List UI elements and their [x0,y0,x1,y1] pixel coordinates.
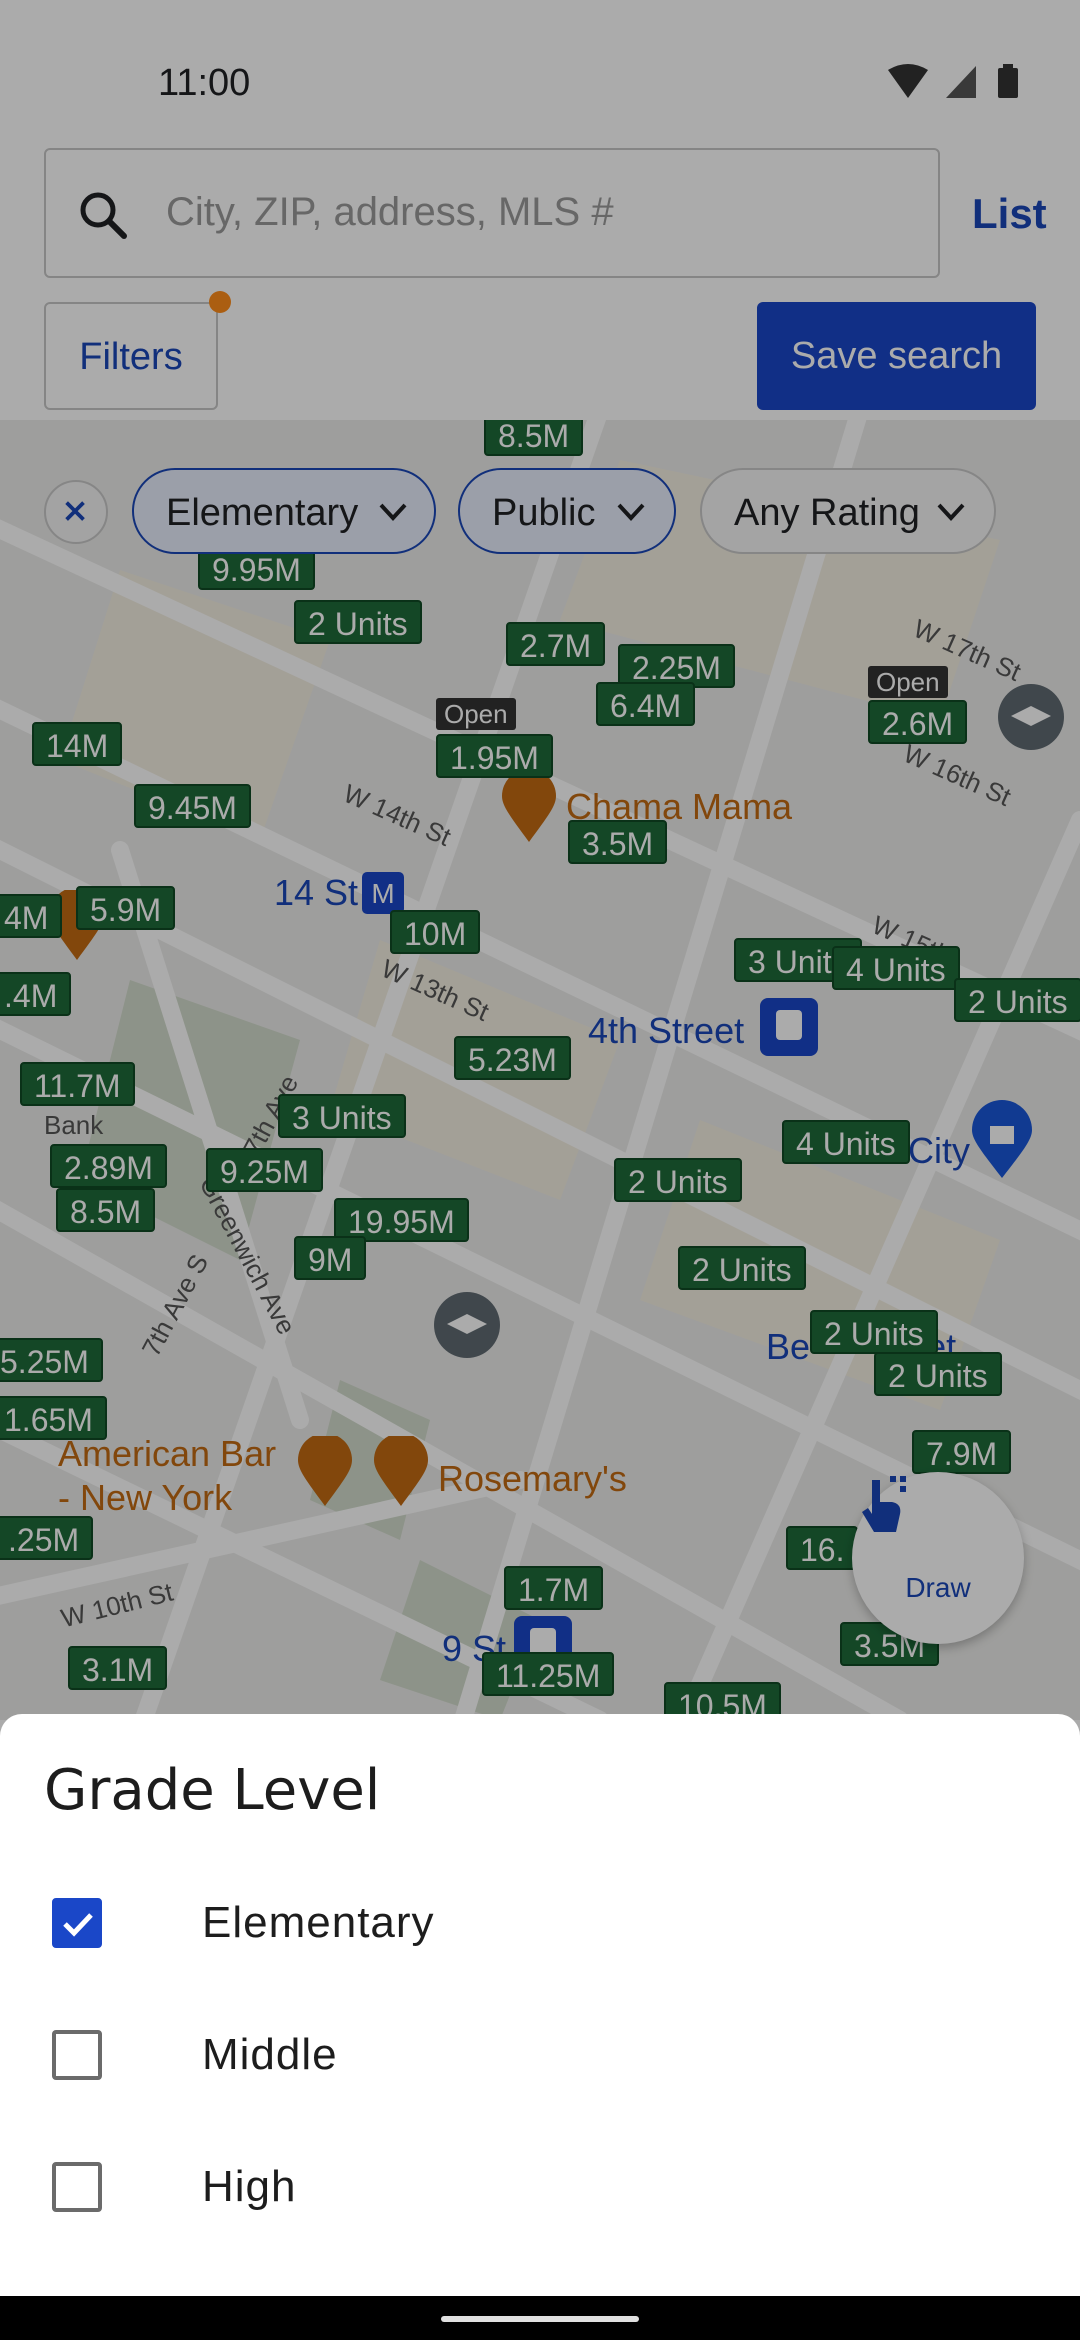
status-icons [888,64,1018,98]
draw-button[interactable]: Draw [852,1472,1024,1644]
listing-price-marker[interactable]: 2 Units [294,600,422,644]
chip-label: Any Rating [734,492,920,534]
listing-price-marker[interactable]: 8.5M [56,1188,156,1232]
street-label: Bank [44,1110,104,1140]
listing-price-marker[interactable]: 4 Units [832,946,960,990]
school-pin-icon[interactable] [996,682,1066,762]
chip-label: Public [492,492,596,534]
option-middle[interactable]: Middle [0,1988,1080,2120]
filters-active-indicator [209,291,231,313]
draw-label: Draw [905,1572,971,1603]
listing-price-marker[interactable]: 11.25M [482,1652,615,1696]
system-nav-bar [0,2296,1080,2340]
close-icon [65,501,85,521]
listing-price-marker[interactable]: 6.4M [596,682,696,726]
listing-price-marker[interactable]: 11.7M [20,1062,135,1106]
signal-icon [946,66,976,98]
listing-price-marker[interactable]: 3.5M [568,820,668,864]
chip-label: Elementary [166,492,359,534]
listing-price-marker[interactable]: 7.9M [912,1430,1012,1474]
save-search-label: Save search [790,335,1003,377]
listing-price-marker[interactable]: 1.65M [0,1396,107,1440]
restaurant-label[interactable]: American Bar - New York [58,1432,276,1520]
restaurant-label[interactable]: Rosemary's [438,1458,627,1500]
listing-price-marker[interactable]: 3 Units [278,1094,406,1138]
option-high[interactable]: High [0,2120,1080,2252]
open-house-label: Open [868,666,948,698]
hand-draw-icon [862,1476,906,1532]
lock-pin-icon[interactable] [970,1100,1034,1180]
checkbox-elementary[interactable] [52,1898,102,1948]
search-placeholder: City, ZIP, address, MLS # [166,190,614,234]
listing-price-marker[interactable]: 9M [294,1236,367,1280]
restaurant-pin-icon[interactable] [296,1436,354,1508]
map-view[interactable]: W 14th St W 13th St W 17th St W 16th St … [0,420,1080,1720]
listing-price-marker[interactable]: 2.7M [506,622,606,666]
listing-price-marker[interactable]: 2 Units [954,978,1080,1022]
search-icon [80,192,127,239]
listing-price-marker[interactable]: 9.25M [206,1148,323,1192]
search-input[interactable]: City, ZIP, address, MLS # [44,148,940,278]
checkbox-high[interactable] [52,2162,102,2212]
option-elementary[interactable]: Elementary [0,1856,1080,1988]
listing-price-marker[interactable]: 5.25M [0,1338,103,1382]
option-label: High [202,2162,297,2211]
home-gesture-handle[interactable] [441,2316,639,2322]
clear-filters-button[interactable] [44,480,108,544]
listing-price-marker[interactable]: 2 Units [678,1246,806,1290]
listing-price-marker[interactable]: .4M [0,972,72,1016]
subway-icon[interactable]: M [362,872,404,914]
listing-price-marker[interactable]: 2 Units [874,1352,1002,1396]
save-search-button[interactable]: Save search [757,302,1036,410]
school-pin-icon[interactable] [432,1290,502,1370]
listing-price-marker[interactable]: 4 Units [782,1120,910,1164]
listing-price-marker[interactable]: 5.23M [454,1036,571,1080]
checkbox-middle[interactable] [52,2030,102,2080]
chip-elementary[interactable]: Elementary [132,468,436,554]
list-view-link[interactable]: List [972,190,1047,238]
listing-price-marker[interactable]: 8.5M [484,420,584,456]
filters-label: Filters [79,336,183,378]
filters-button[interactable]: Filters [44,302,218,410]
checkmark-icon [63,1913,93,1937]
status-time: 11:00 [158,62,251,104]
station-label[interactable]: 4th Street [588,1010,744,1052]
listing-price-marker[interactable]: 10M [390,910,481,954]
option-label: Elementary [202,1898,435,1947]
listing-price-marker[interactable]: 2.6M [868,700,968,744]
listing-price-marker[interactable]: 5.9M [76,886,176,930]
listing-price-marker[interactable]: 14M [32,722,123,766]
svg-text:M: M [371,878,394,909]
listing-price-marker[interactable]: 2 Units [810,1310,938,1354]
chip-any-rating[interactable]: Any Rating [700,468,996,554]
listing-price-marker[interactable]: 16. [786,1526,859,1570]
train-station-icon[interactable] [760,998,818,1056]
listing-price-marker[interactable]: 4M [0,894,63,938]
poi-label[interactable]: City [908,1130,970,1172]
sheet-title: Grade Level [44,1758,381,1823]
chevron-down-icon [617,503,645,521]
listing-price-marker[interactable]: 1.7M [504,1566,604,1610]
wifi-icon [888,64,928,98]
restaurant-pin-icon[interactable] [372,1436,430,1508]
status-bar: 11:00 [0,0,1080,140]
restaurant-pin-icon[interactable] [500,772,558,844]
chevron-down-icon [937,503,965,521]
chevron-down-icon [379,503,407,521]
listing-price-marker[interactable]: 2 Units [614,1158,742,1202]
option-label: Middle [202,2030,338,2079]
station-label[interactable]: 14 St [274,872,358,914]
open-house-label: Open [436,698,516,730]
listing-price-marker[interactable]: 3.1M [68,1646,168,1690]
listing-price-marker[interactable]: .25M [0,1516,94,1560]
grade-level-sheet: Grade Level Elementary Middle High [0,1714,1080,2296]
listing-price-marker[interactable]: 2.89M [50,1144,167,1188]
listing-price-marker[interactable]: 1.95M [436,734,553,778]
battery-icon [998,68,1018,98]
chip-public[interactable]: Public [458,468,676,554]
listing-price-marker[interactable]: 9.45M [134,784,251,828]
